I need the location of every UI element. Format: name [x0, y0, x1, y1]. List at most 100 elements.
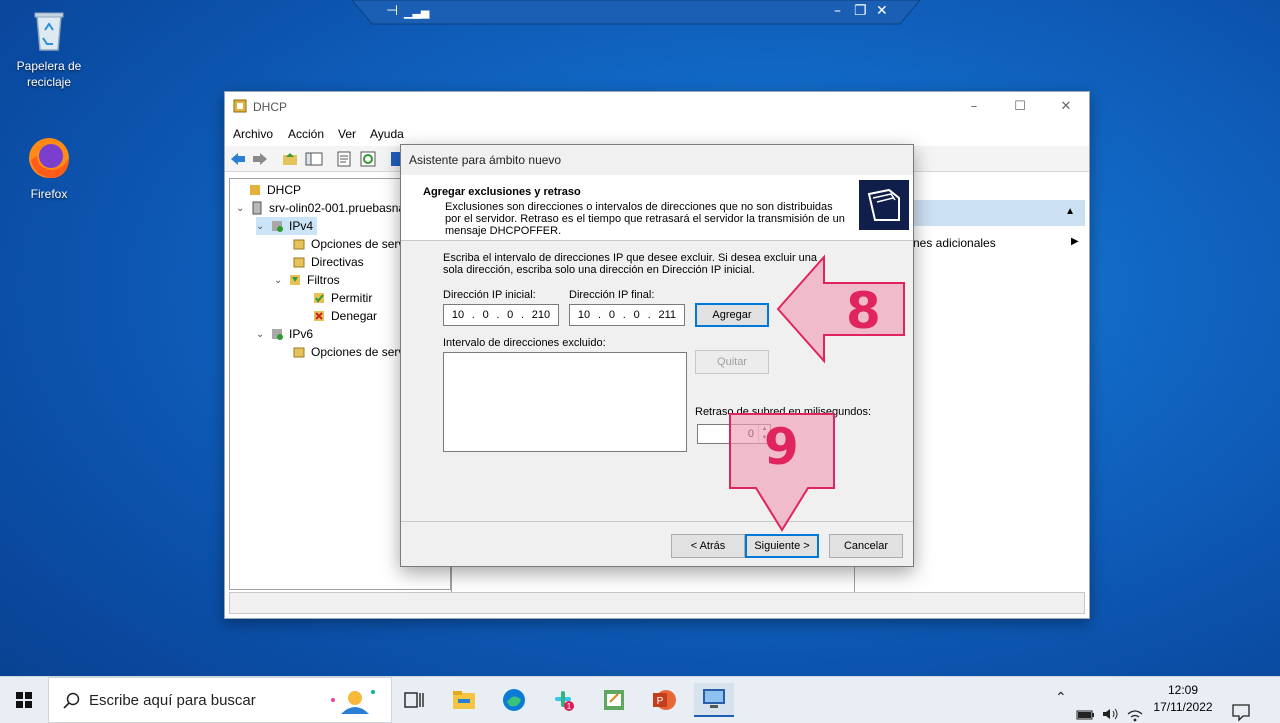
start-button[interactable] — [0, 677, 48, 723]
tree-item-ipv4[interactable]: ⌄ IPv4 — [256, 217, 318, 235]
folder-icon — [293, 257, 305, 268]
tree-label: srv-olin02-001.pruebasna — [269, 201, 406, 215]
end-ip-octet-4[interactable]: 211 — [658, 309, 676, 321]
ipv4-icon — [272, 221, 283, 232]
start-ip-field[interactable]: 10. 0. 0. 210 — [443, 304, 559, 326]
remote-desktop-icon[interactable] — [694, 683, 734, 717]
menu-ayuda[interactable]: Ayuda — [370, 127, 404, 141]
tree-label: DHCP — [267, 183, 302, 197]
properties-icon[interactable] — [335, 151, 353, 167]
tree-item-ipv6[interactable]: ⌄ IPv6 — [256, 325, 313, 343]
slack-icon[interactable]: 1 — [544, 683, 584, 717]
start-ip-octet-3[interactable]: 0 — [507, 309, 513, 321]
remove-button[interactable]: Quitar — [695, 350, 769, 374]
desktop-recycle-bin[interactable]: Papelera de reciclaje — [9, 6, 89, 90]
annotation-arrow-left — [776, 254, 905, 364]
options-icon — [293, 239, 305, 250]
search-icon — [63, 692, 80, 709]
excluded-range-label: Intervalo de direcciones excluido: — [443, 337, 606, 349]
taskbar: Escribe aquí para buscar 1 P ⌃ 12:09 17/… — [0, 676, 1280, 723]
end-ip-octet-1[interactable]: 10 — [578, 309, 590, 321]
tree-item-filters[interactable]: ⌄ Filtros — [274, 271, 340, 289]
console-tree-icon[interactable] — [305, 151, 323, 167]
clock-time: 12:09 — [1167, 683, 1199, 697]
svg-text:1: 1 — [567, 702, 572, 711]
volume-icon[interactable] — [1101, 691, 1119, 723]
tree-item-server[interactable]: ⌄ srv-olin02-001.pruebasna — [236, 199, 405, 217]
back-arrow-icon[interactable] — [229, 151, 247, 167]
desktop-firefox[interactable]: Firefox — [9, 134, 89, 202]
start-ip-label: Dirección IP inicial: — [443, 289, 536, 301]
minimize-button[interactable]: – — [951, 96, 997, 118]
chevron-up-icon[interactable]: ▲ — [1065, 206, 1075, 217]
tree-label: Denegar — [331, 309, 378, 323]
dhcp-app-icon — [233, 99, 247, 113]
menu-ver[interactable]: Ver — [338, 127, 356, 141]
powerpoint-icon[interactable]: P — [644, 683, 684, 717]
chevron-down-icon[interactable]: ⌄ — [274, 275, 284, 286]
allow-icon — [314, 293, 324, 303]
end-ip-octet-3[interactable]: 0 — [634, 309, 640, 321]
back-button[interactable]: < Atrás — [671, 534, 745, 558]
recycle-bin-icon — [25, 6, 73, 54]
remote-connection-bar[interactable]: ⊣ ▁▃▅ – ❐ ✕ — [352, 0, 920, 26]
close-button[interactable]: ✕ — [1043, 96, 1089, 118]
start-ip-octet-4[interactable]: 210 — [532, 309, 550, 321]
desktop-icon-label: Papelera de reciclaje — [16, 59, 82, 89]
maximize-button[interactable]: ☐ — [997, 96, 1043, 118]
action-more-actions[interactable]: nes adicionales — [913, 236, 996, 250]
rdp-close-button[interactable]: ✕ — [876, 3, 888, 19]
forward-arrow-icon[interactable] — [251, 151, 269, 167]
desktop-icon-label: Firefox — [30, 187, 68, 201]
chevron-down-icon[interactable]: ⌄ — [236, 203, 246, 214]
start-ip-octet-2[interactable]: 0 — [483, 309, 489, 321]
show-hidden-icons-icon[interactable]: ⌃ — [1055, 689, 1067, 723]
tree-item-policies[interactable]: Directivas — [278, 253, 364, 271]
start-ip-octet-1[interactable]: 10 — [452, 309, 464, 321]
rdp-restore-button[interactable]: ❐ — [854, 3, 867, 19]
menu-accion[interactable]: Acción — [288, 127, 324, 141]
tree-item-ipv6-options[interactable]: Opciones de servi — [278, 343, 407, 361]
battery-icon[interactable] — [1076, 692, 1096, 723]
end-ip-field[interactable]: 10. 0. 0. 211 — [569, 304, 685, 326]
dhcp-window-title: DHCP — [253, 100, 288, 114]
taskbar-search[interactable]: Escribe aquí para buscar — [48, 677, 392, 723]
tree-item-deny[interactable]: Denegar — [298, 307, 377, 325]
notepad-icon[interactable] — [594, 683, 634, 717]
tree-item-allow[interactable]: Permitir — [298, 289, 372, 307]
clock-date: 17/11/2022 — [1153, 700, 1213, 714]
wifi-icon[interactable] — [1126, 691, 1144, 723]
search-placeholder: Escribe aquí para buscar — [89, 692, 256, 709]
wizard-title: Asistente para ámbito nuevo — [409, 153, 562, 167]
chevron-down-icon[interactable]: ⌄ — [256, 221, 266, 232]
menu-bar: Archivo Acción Ver Ayuda — [225, 122, 1089, 146]
rdp-minimize-button[interactable]: – — [834, 3, 841, 19]
menu-archivo[interactable]: Archivo — [233, 127, 273, 141]
tree-label: Opciones de servi — [311, 237, 408, 251]
tree-label: IPv4 — [289, 219, 314, 233]
excluded-range-list[interactable] — [443, 352, 687, 452]
status-bar — [229, 592, 1085, 614]
taskbar-clock[interactable]: 12:09 17/11/2022 — [1148, 682, 1218, 716]
tree-item-server-options[interactable]: Opciones de servi — [278, 235, 407, 253]
add-button[interactable]: Agregar — [695, 303, 769, 327]
file-explorer-icon[interactable] — [444, 683, 484, 717]
refresh-icon[interactable] — [359, 151, 377, 167]
end-ip-label: Dirección IP final: — [569, 289, 655, 301]
cancel-button[interactable]: Cancelar — [829, 534, 903, 558]
pin-icon[interactable]: ⊣ — [386, 3, 398, 19]
chevron-right-icon[interactable]: ▶ — [1071, 236, 1079, 247]
tree-label: Directivas — [311, 255, 364, 269]
end-ip-octet-2[interactable]: 0 — [609, 309, 615, 321]
next-button[interactable]: Siguiente > — [745, 534, 819, 558]
up-folder-icon[interactable] — [281, 151, 299, 167]
chevron-down-icon[interactable]: ⌄ — [256, 329, 266, 340]
ipv6-icon — [272, 329, 283, 340]
notifications-icon[interactable] — [1231, 689, 1251, 723]
tree-item-dhcp[interactable]: DHCP — [234, 181, 301, 199]
wizard-page-title: Agregar exclusiones y retraso — [423, 186, 581, 198]
tree-label: Permitir — [331, 291, 373, 305]
edge-icon[interactable] — [494, 683, 534, 717]
task-view-icon[interactable] — [394, 683, 434, 717]
signal-icon: ▁▃▅ — [404, 6, 430, 19]
